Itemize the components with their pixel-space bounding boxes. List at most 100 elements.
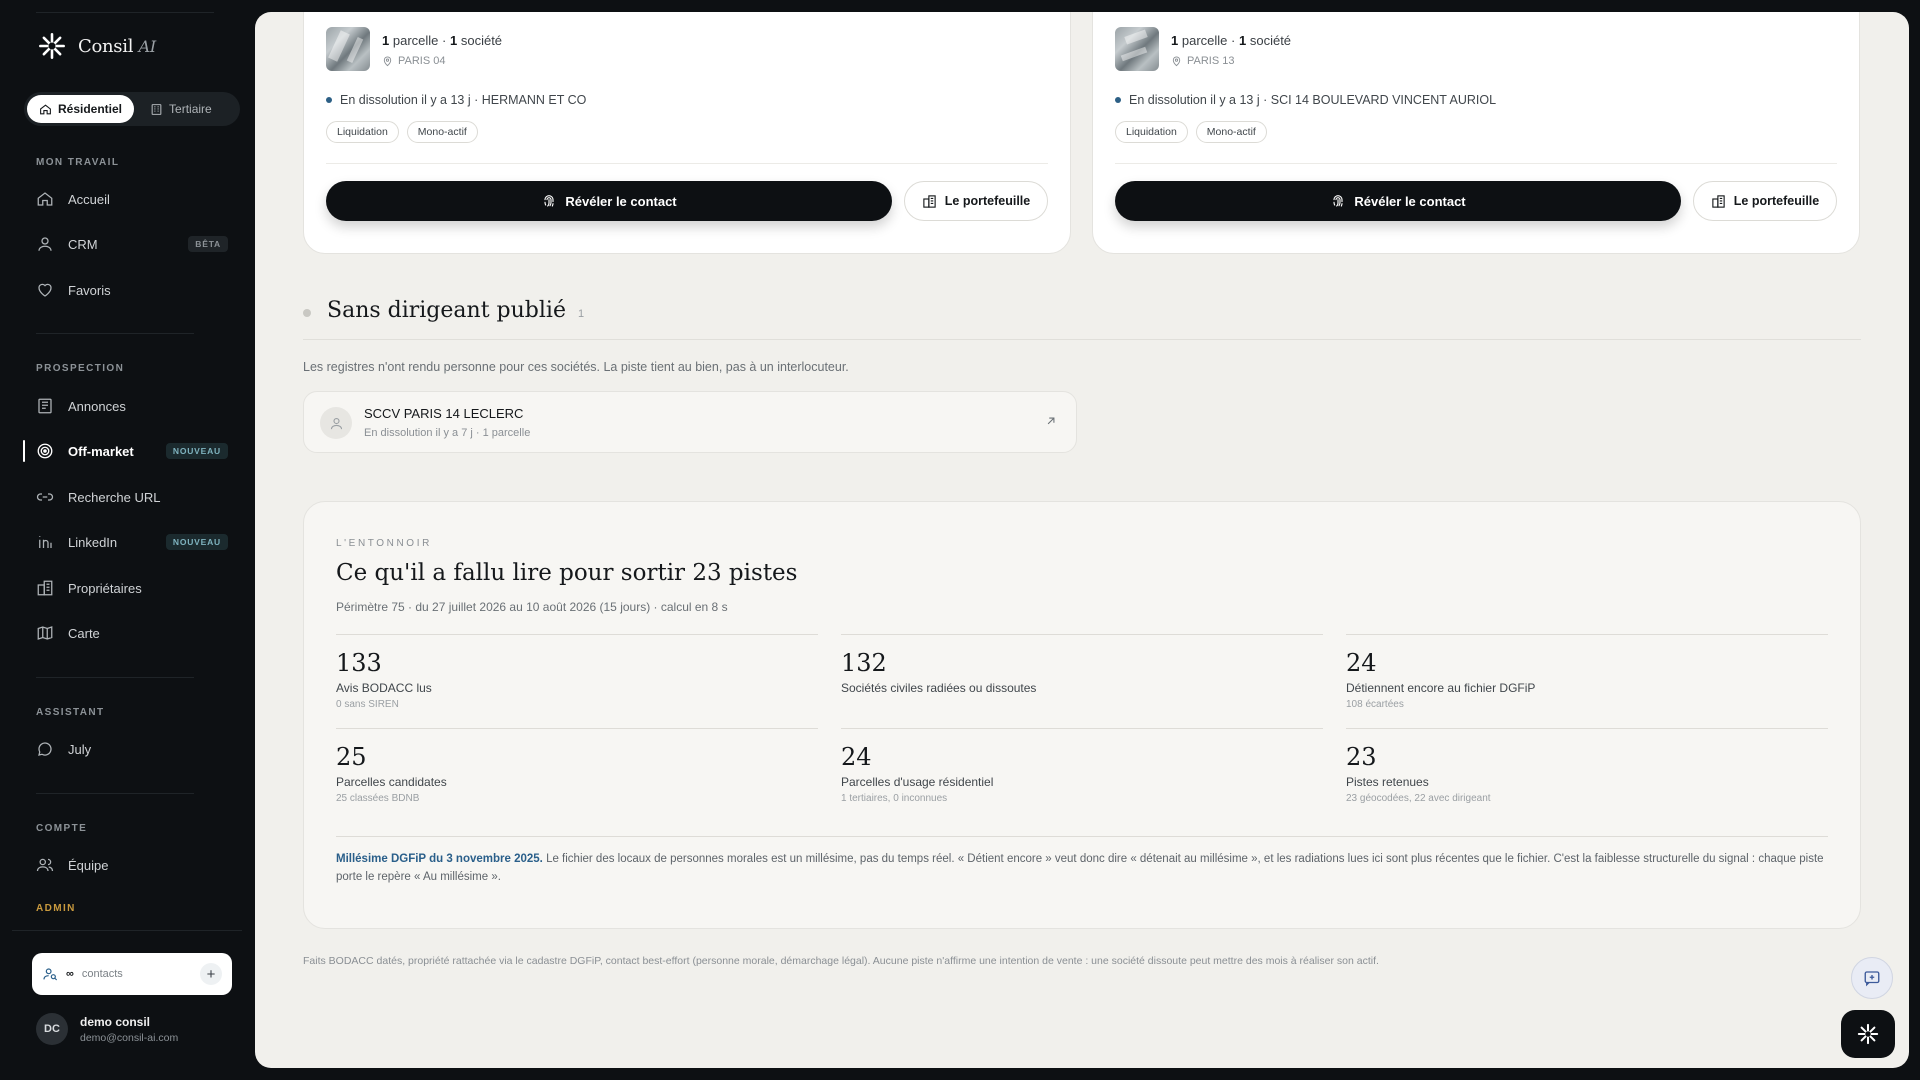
segment-residential-label: Résidentiel [58, 102, 123, 116]
arrow-up-right-icon[interactable] [1044, 414, 1058, 428]
stat-label: Parcelles d'usage résidentiel [841, 775, 994, 789]
parcel-aerial-thumbnail [326, 27, 370, 71]
sidebar-item-offmarket[interactable]: Off-market NOUVEAU [36, 437, 228, 465]
map-icon [37, 626, 53, 640]
section-dot [303, 309, 311, 317]
stat-label: Pistes retenues [1346, 775, 1429, 789]
parcel-company-summary: 1 parcelle · 1 société [1171, 33, 1292, 48]
target-icon [37, 443, 53, 459]
sidebar-item-crm[interactable]: CRM BÊTA [36, 230, 228, 258]
tag-list: Liquidation Mono-actif [1115, 121, 1267, 143]
sidebar-item-label: Annonces [68, 398, 126, 414]
parcel-aerial-thumbnail [1115, 27, 1159, 71]
linkedin-icon [39, 536, 52, 548]
active-item-indicator [23, 440, 25, 462]
sidebar-item-map[interactable]: Carte [36, 619, 228, 647]
contacts-count: ∞ [66, 968, 74, 980]
section-prospection-heading: PROSPECTION [36, 363, 125, 374]
location-label: PARIS 13 [1187, 55, 1235, 67]
sidebar-item-team[interactable]: Équipe [36, 851, 228, 879]
funnel-stat: 133 Avis BODACC lus 0 sans SIREN [336, 634, 818, 728]
stat-label: Avis BODACC lus [336, 681, 432, 695]
portfolio-label: Le portefeuille [944, 194, 1031, 208]
reveal-contact-label: Révéler le contact [565, 193, 677, 209]
sidebar-item-label: Recherche URL [68, 489, 161, 505]
stat-sub: 1 tertiaires, 0 inconnues [841, 793, 948, 804]
stat-sub: 25 classées BDNB [336, 793, 420, 804]
no-director-section-header: Sans dirigeant publié 1 [303, 298, 584, 323]
sidebar-item-label: Favoris [68, 282, 111, 298]
stat-label: Sociétés civiles radiées ou dissoutes [841, 681, 1037, 695]
stat-value: 23 [1346, 743, 1377, 771]
section-divider [303, 339, 1861, 340]
stat-sub: 23 géocodées, 22 avec dirigeant [1346, 793, 1491, 804]
brand-logo[interactable]: Consil AI [38, 32, 156, 60]
company-name: SCCV PARIS 14 LECLERC [364, 406, 524, 421]
stat-label: Parcelles candidates [336, 775, 447, 789]
building-icon [923, 194, 936, 208]
sidebar-item-linkedin[interactable]: LinkedIn NOUVEAU [36, 528, 228, 556]
lead-card: 1 parcelle · 1 société PARIS 13 En disso… [1092, 12, 1860, 254]
note-text: Le fichier des locaux de personnes moral… [336, 853, 1824, 883]
tag-mono-asset: Mono-actif [406, 121, 478, 143]
funnel-title: Ce qu'il a fallu lire pour sortir 23 pis… [336, 560, 798, 586]
map-pin-icon [1172, 56, 1181, 66]
new-badge: NOUVEAU [165, 443, 228, 459]
sidebar-item-listings[interactable]: Annonces [36, 392, 228, 420]
note-highlight: Millésime DGFiP du 3 novembre 2025. [336, 853, 543, 865]
segment-tertiary-button[interactable]: Tertiaire [138, 95, 224, 123]
stat-value: 132 [841, 649, 887, 677]
stat-label: Détiennent encore au fichier DGFiP [1346, 681, 1536, 695]
asterisk-icon [1857, 1023, 1879, 1045]
portfolio-label: Le portefeuille [1733, 194, 1820, 208]
contacts-credit-box[interactable]: ∞ contacts + [32, 953, 232, 995]
brand-name: Consil AI [78, 35, 156, 57]
sidebar-item-favorites[interactable]: Favoris [36, 276, 228, 304]
reveal-contact-button[interactable]: Révéler le contact [326, 181, 892, 221]
status-dot [326, 97, 332, 103]
sidebar-item-home[interactable]: Accueil [36, 185, 228, 213]
reveal-contact-button[interactable]: Révéler le contact [1115, 181, 1681, 221]
stat-sub: 0 sans SIREN [336, 699, 399, 710]
new-badge: NOUVEAU [165, 534, 228, 550]
section-description: Les registres n'ont rendu personne pour … [303, 360, 849, 374]
parcel-company-summary: 1 parcelle · 1 société [382, 33, 503, 48]
beta-badge: BÊTA [188, 236, 228, 252]
dissolution-status: En dissolution il y a 13 j · HERMANN ET … [326, 93, 586, 107]
newspaper-icon [38, 398, 52, 414]
feedback-button[interactable] [1851, 957, 1893, 999]
funnel-stat: 23 Pistes retenues 23 géocodées, 22 avec… [1346, 728, 1828, 822]
assistant-launcher-button[interactable] [1841, 1010, 1895, 1058]
person-placeholder-icon [320, 407, 352, 439]
avatar: DC [36, 1013, 68, 1045]
sidebar-item-label: LinkedIn [68, 534, 118, 550]
stat-value: 24 [841, 743, 872, 771]
user-profile[interactable]: DC demo consil demo@consil-ai.com [36, 1013, 178, 1045]
tag-liquidation: Liquidation [1115, 121, 1188, 143]
sidebar-item-july[interactable]: July [36, 735, 228, 763]
sidebar-item-label: Accueil [68, 191, 110, 207]
tag-list: Liquidation Mono-actif [326, 121, 478, 143]
sidebar-item-label: Carte [68, 625, 100, 641]
sidebar-item-url-search[interactable]: Recherche URL [36, 483, 228, 511]
portfolio-button[interactable]: Le portefeuille [904, 181, 1048, 221]
sidebar-item-label: Équipe [68, 857, 109, 873]
sidebar-top-divider [36, 12, 214, 13]
funnel-panel: L'ENTONNOIR Ce qu'il a fallu lire pour s… [303, 501, 1861, 929]
stat-sub: 108 écartées [1346, 699, 1404, 710]
add-contacts-button[interactable]: + [200, 963, 222, 985]
portfolio-button[interactable]: Le portefeuille [1693, 181, 1837, 221]
map-pin-icon [383, 56, 392, 66]
location: PARIS 04 [382, 55, 446, 67]
contacts-label: contacts [81, 968, 123, 980]
section-count: 1 [577, 308, 585, 320]
location: PARIS 13 [1171, 55, 1235, 67]
stat-value: 24 [1346, 649, 1377, 677]
sidebar-item-owners[interactable]: Propriétaires [36, 574, 228, 602]
buildings-icon [37, 580, 53, 596]
company-list-item[interactable]: SCCV PARIS 14 LECLERC En dissolution il … [303, 391, 1077, 453]
card-divider [326, 163, 1048, 164]
segment-residential-button[interactable]: Résidentiel [27, 95, 135, 123]
section-assistant-heading: ASSISTANT [36, 707, 105, 718]
chat-bubble-icon [38, 742, 52, 756]
